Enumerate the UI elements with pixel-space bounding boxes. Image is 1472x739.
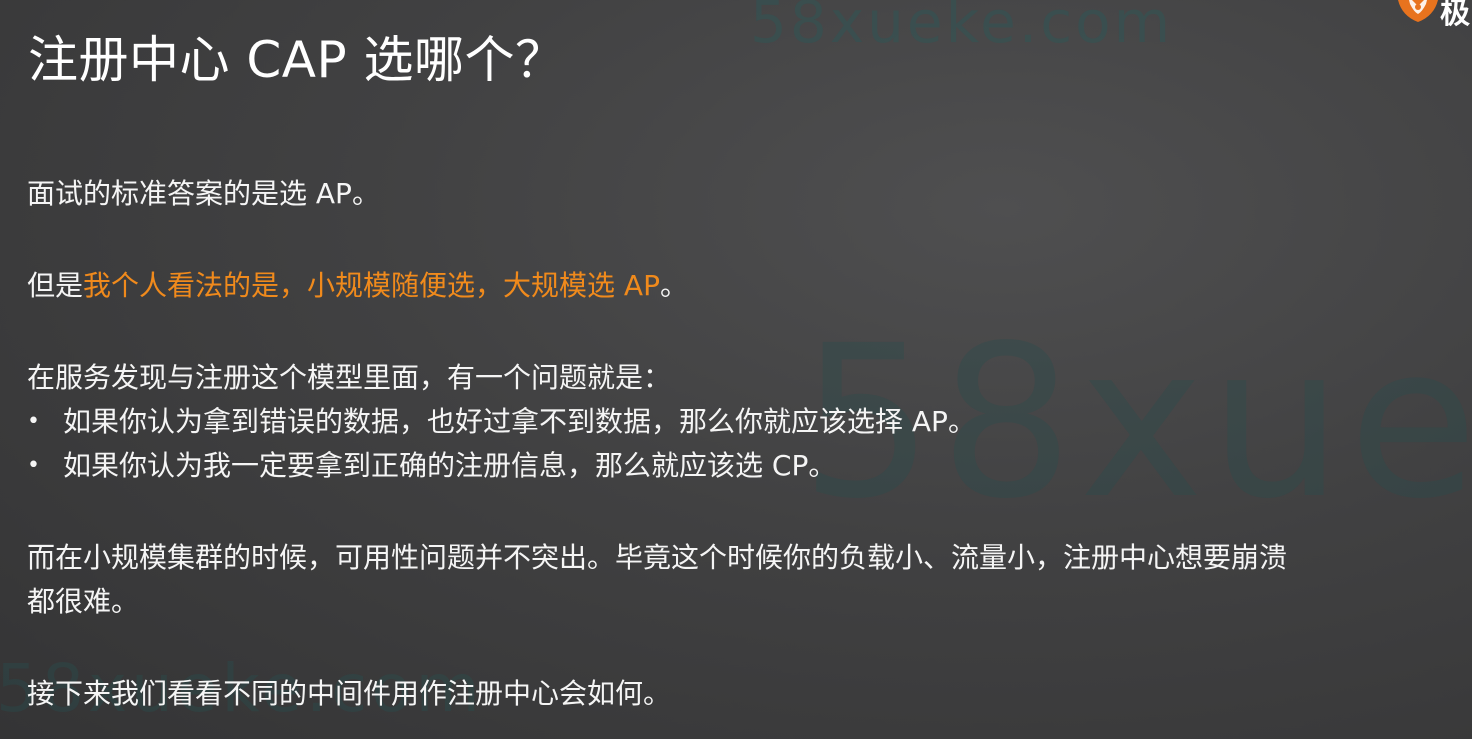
next-topic-line: 接下来我们看看不同的中间件用作注册中心会如何。 <box>27 677 672 710</box>
watermark-top: 58xueke.com <box>750 0 1174 56</box>
fox-shield-logo-icon <box>1396 0 1440 26</box>
slide-title: 注册中心 CAP 选哪个？ <box>28 31 566 89</box>
personal-view-suffix: 。 <box>659 269 688 302</box>
small-cluster-line-2: 都很难。 <box>27 585 140 618</box>
slide: 58xueke.com 58xueke.com 58xueke.com 极 注册… <box>0 0 1472 739</box>
bullet-dot-icon: • <box>27 453 40 478</box>
small-cluster-paragraph: 而在小规模集群的时候，可用性问题并不突出。毕竟这个时候你的负载小、流量小，注册中… <box>27 536 1447 624</box>
personal-view-prefix: 但是 <box>27 269 84 302</box>
bullet-dot-icon: • <box>27 409 40 434</box>
personal-view-highlight: 我个人看法的是，小规模随便选，大规模选 AP <box>83 269 660 302</box>
personal-view-line: 但是我个人看法的是，小规模随便选，大规模选 AP。 <box>27 264 1447 308</box>
choice-bullet-list: • 如果你认为拿到错误的数据，也好过拿不到数据，那么你就应该选择 AP。 • 如… <box>27 400 1447 488</box>
logo-text: 极 <box>1440 0 1470 28</box>
model-problem-line: 在服务发现与注册这个模型里面，有一个问题就是： <box>27 361 672 394</box>
bullet-text-cp: 如果你认为我一定要拿到正确的注册信息，那么就应该选 CP。 <box>63 449 837 482</box>
interview-answer-line: 面试的标准答案的是选 AP。 <box>27 177 380 210</box>
slide-body: 面试的标准答案的是选 AP。 但是我个人看法的是，小规模随便选，大规模选 AP。… <box>27 172 1447 716</box>
bullet-item-ap: • 如果你认为拿到错误的数据，也好过拿不到数据，那么你就应该选择 AP。 <box>27 400 1447 444</box>
small-cluster-line-1: 而在小规模集群的时候，可用性问题并不突出。毕竟这个时候你的负载小、流量小，注册中… <box>27 541 1288 574</box>
bullet-text-ap: 如果你认为拿到错误的数据，也好过拿不到数据，那么你就应该选择 AP。 <box>63 405 976 438</box>
brand-logo: 极 <box>1388 0 1472 28</box>
bullet-item-cp: • 如果你认为我一定要拿到正确的注册信息，那么就应该选 CP。 <box>27 444 1447 488</box>
